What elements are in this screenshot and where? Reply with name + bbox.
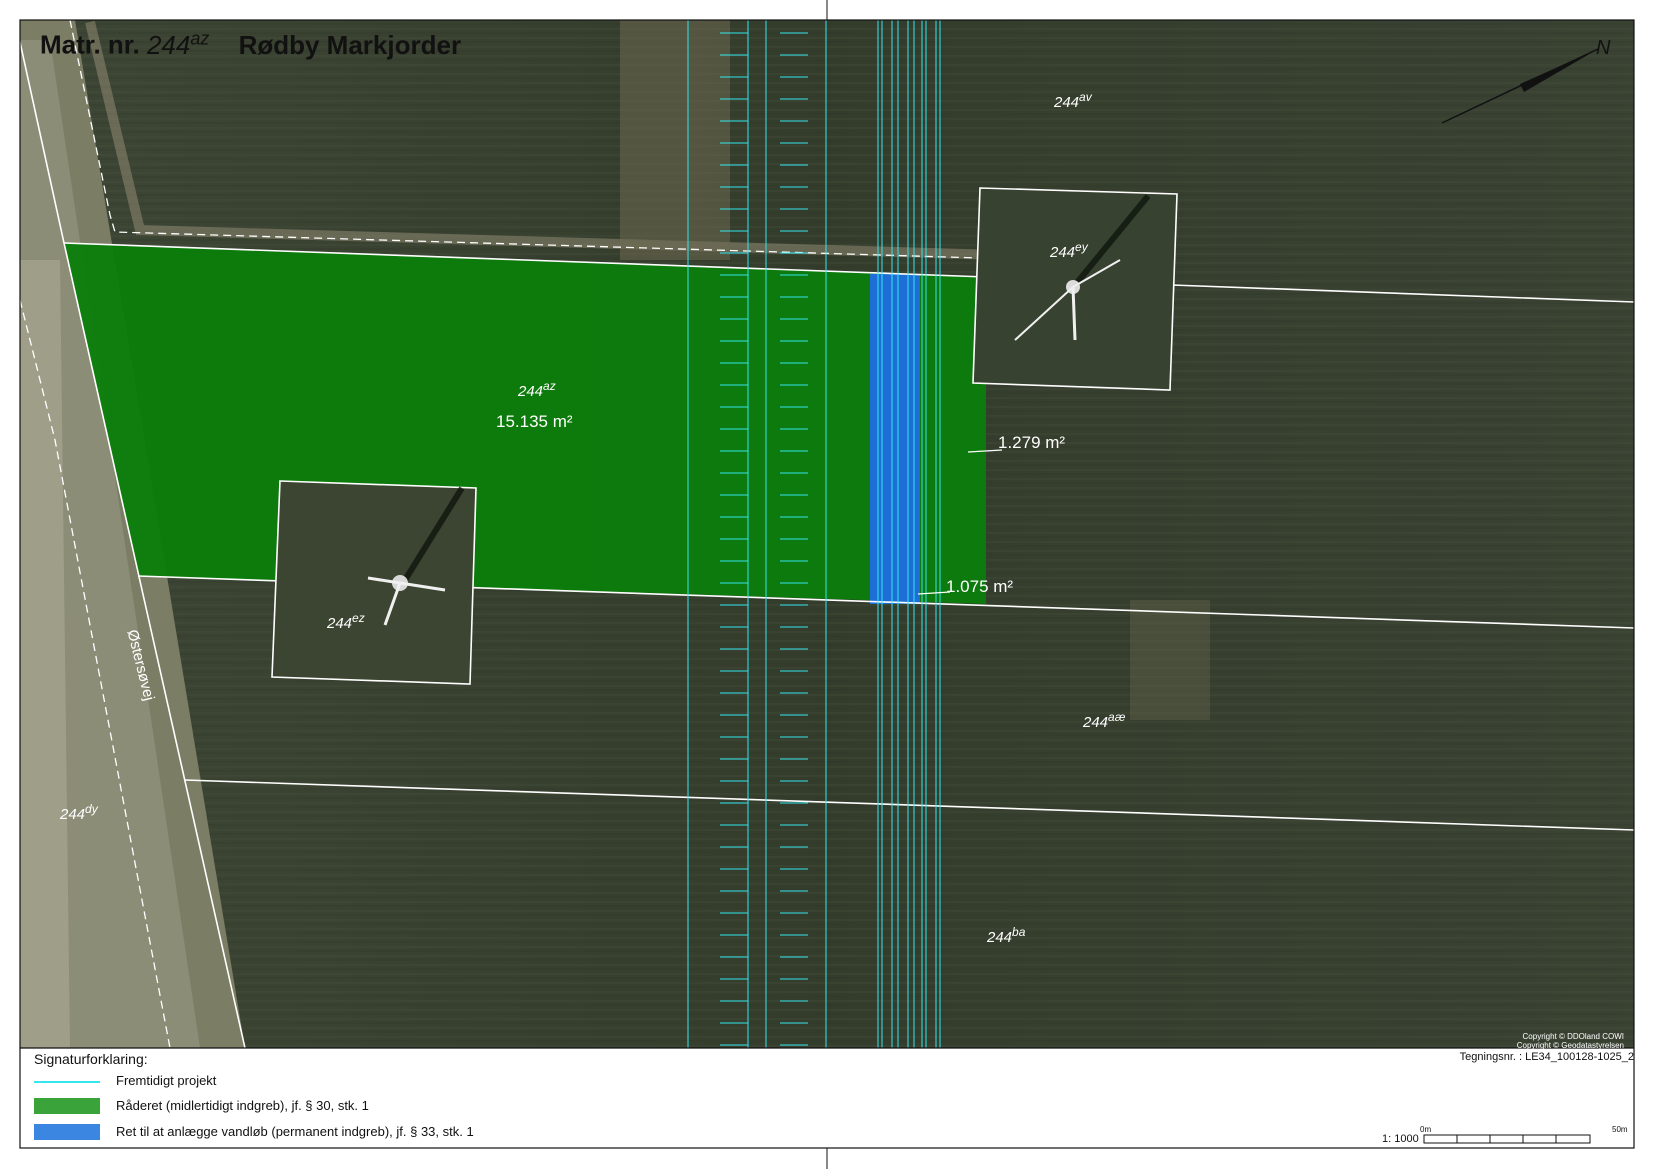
turbine-blade: [1071, 286, 1077, 341]
title-prefix: Matr. nr.: [40, 29, 140, 60]
north-label: N: [1596, 37, 1611, 59]
copyright-line-1: Copyright © DDOland COWI: [1522, 1032, 1624, 1041]
parcel-label-ez: 244ez: [327, 611, 365, 632]
scale-ratio: 1: 1000: [1382, 1133, 1419, 1145]
legend-swatch-line: [34, 1081, 100, 1083]
legend-label: Fremtidigt projekt: [116, 1073, 217, 1088]
legend-swatch-blue: [34, 1124, 100, 1140]
parcel-label-ba: 244ba: [987, 925, 1026, 946]
legend-label: Ret til at anlægge vandløb (permanent in…: [116, 1124, 474, 1139]
scale-end-label: 50m: [1612, 1125, 1628, 1134]
copyright-notice: Copyright © DDOland COWI Copyright © Geo…: [1517, 1032, 1624, 1050]
corridor-hatch-right: [766, 20, 826, 1048]
light-field-patch-2: [1130, 600, 1210, 720]
scale-start-label: 0m: [1420, 1125, 1432, 1134]
area-label-upper: 1.279 m²: [998, 433, 1066, 452]
parcel-label-az: 244az: [518, 379, 556, 400]
parcel-label-av: 244av: [1054, 90, 1092, 111]
area-label-lower: 1.075 m²: [946, 577, 1014, 596]
legend-swatch-green: [34, 1098, 100, 1114]
legend-label: Råderet (midlertidigt indgreb), jf. § 30…: [116, 1098, 369, 1113]
parcel-label-ey: 244ey: [1050, 240, 1088, 261]
page-title: Matr. nr. 244az Rødby Markjorder: [40, 28, 461, 61]
title-parcel-number: 244az: [146, 28, 210, 60]
drawing-number: Tegningsnr. : LE34_100128-1025_2: [1459, 1051, 1634, 1063]
parcel-label-ae: 244aæ: [1083, 710, 1126, 731]
legend-heading: Signaturforklaring:: [34, 1051, 148, 1067]
aerial-map[interactable]: N: [0, 0, 1654, 1169]
area-label-main: 15.135 m²: [496, 412, 573, 431]
title-place: Rødby Markjorder: [238, 29, 462, 60]
corridor-hatch-left: [688, 20, 748, 1048]
map-sheet: N Matr. nr. 244az Rødby Markjorder 244av…: [0, 0, 1654, 1169]
parcel-label-dy: 244dy: [60, 802, 98, 823]
